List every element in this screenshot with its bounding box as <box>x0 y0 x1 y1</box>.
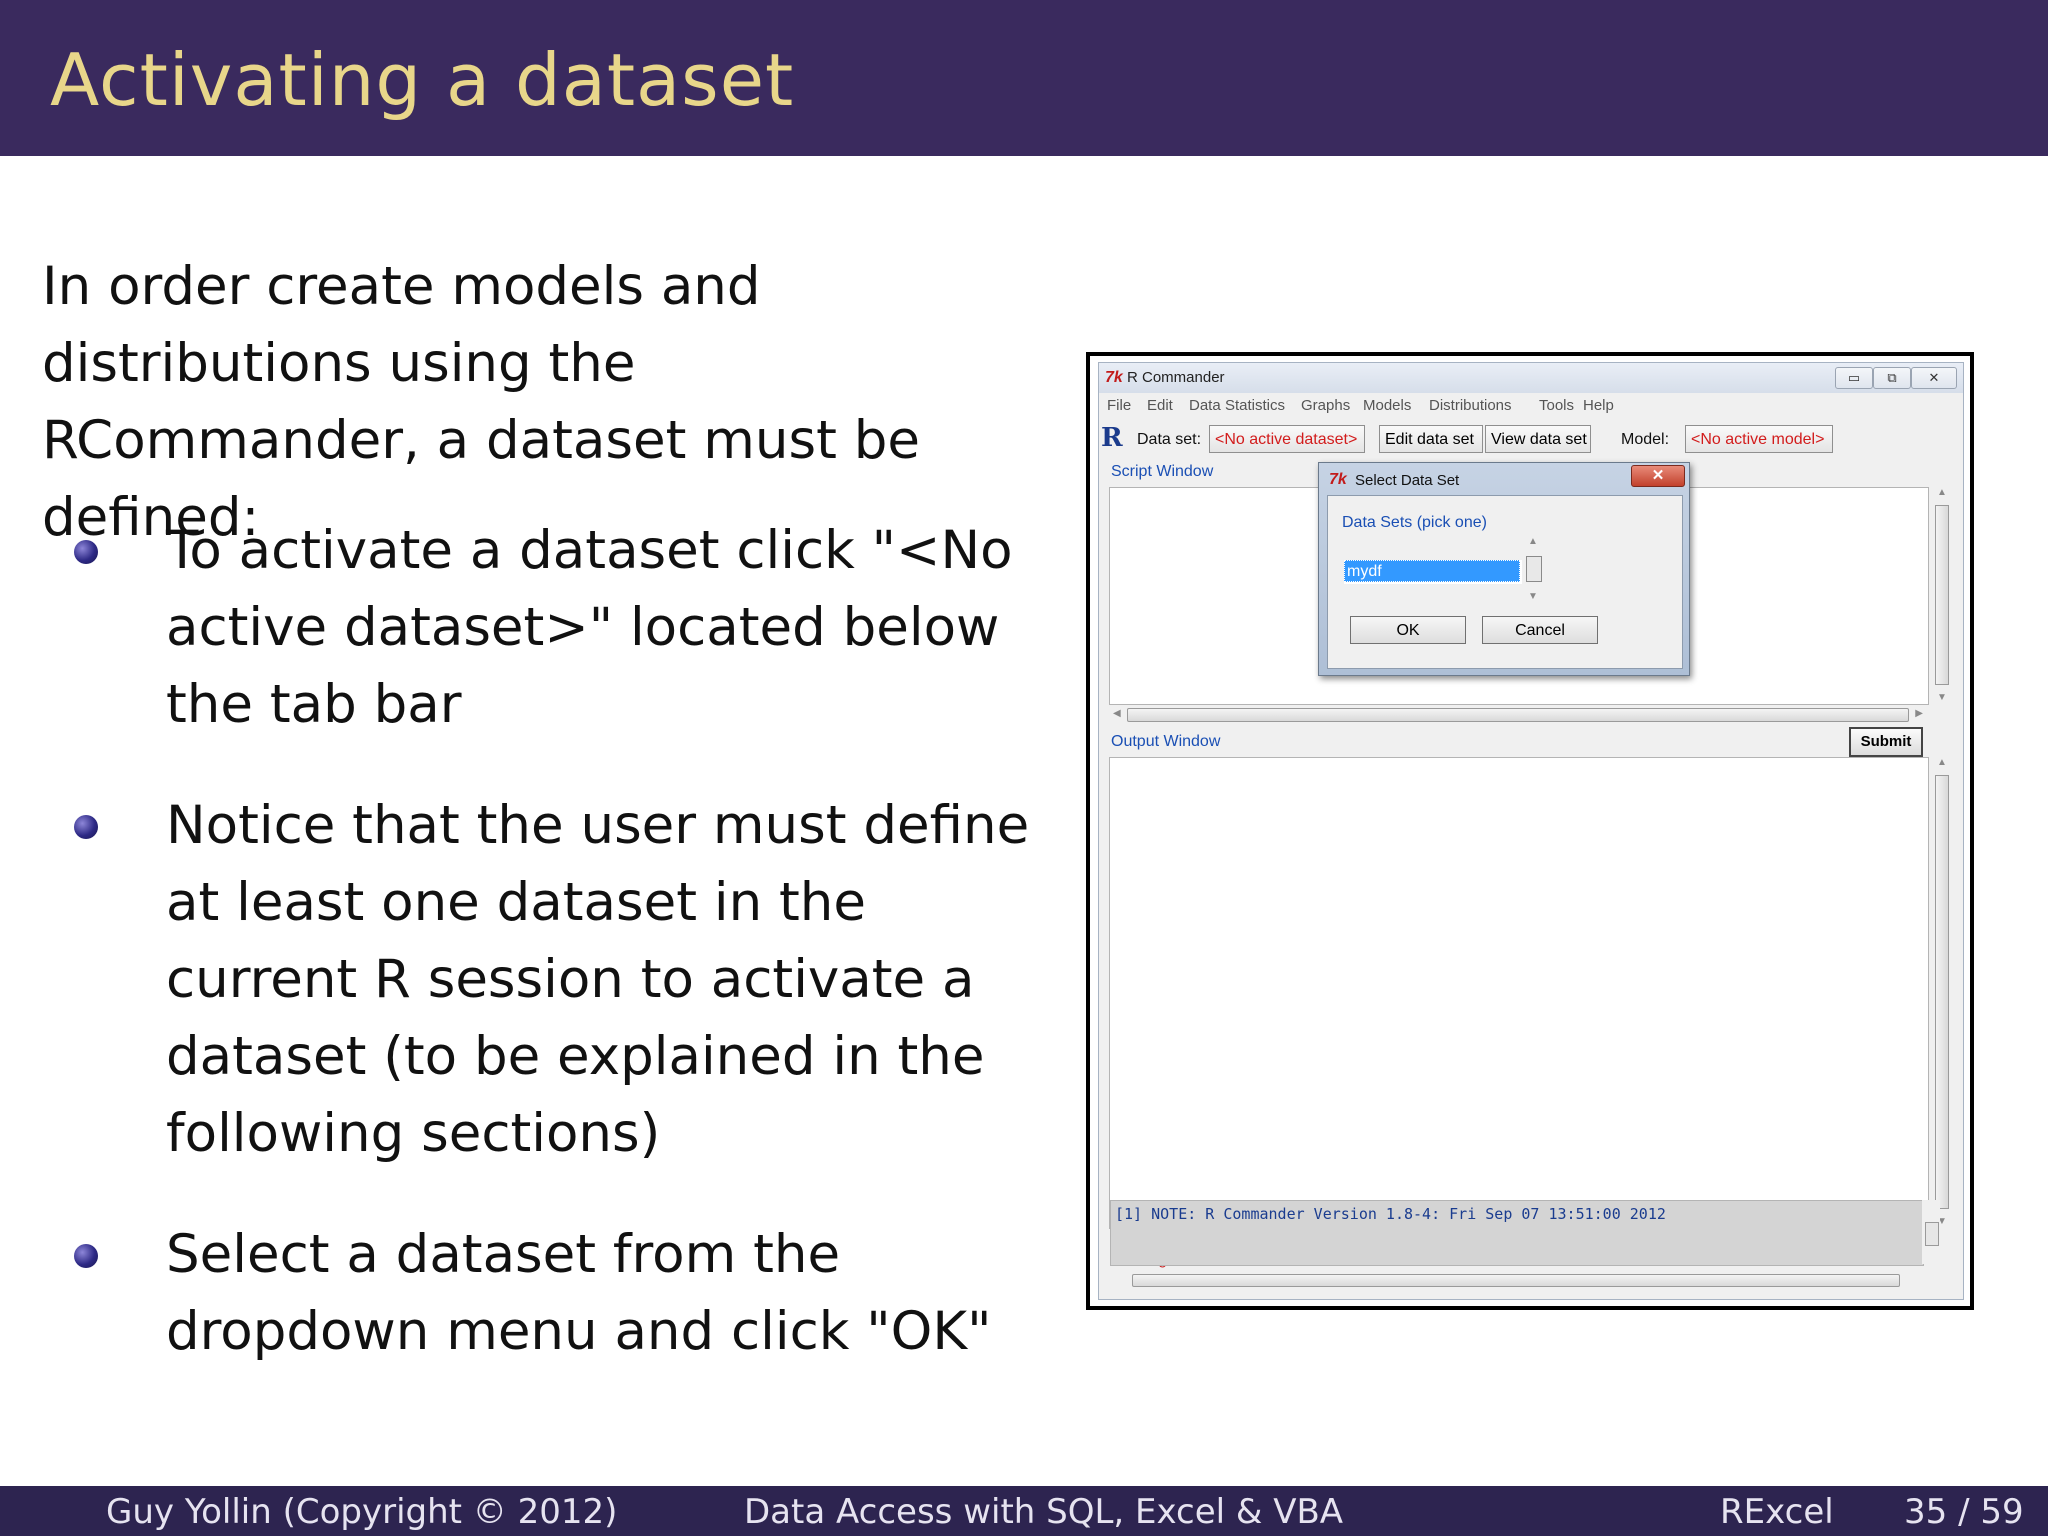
slide-header: Activating a dataset <box>0 0 2048 156</box>
menu-data[interactable]: Data <box>1189 397 1221 414</box>
bullet-item: To activate a dataset click "<No active … <box>72 512 1032 743</box>
scroll-thumb[interactable] <box>1127 708 1909 722</box>
edit-dataset-button[interactable]: Edit data set <box>1379 425 1483 453</box>
messages-pane[interactable]: [1] NOTE: R Commander Version 1.8-4: Fri… <box>1110 1200 1924 1266</box>
output-window-label: Output Window <box>1111 733 1221 750</box>
scroll-thumb[interactable] <box>1132 1274 1900 1287</box>
tk-feather-icon: 7k <box>1329 471 1347 488</box>
menu-edit[interactable]: Edit <box>1147 397 1173 414</box>
slide-title: Activating a dataset <box>50 38 795 122</box>
messages-horizontal-scrollbar[interactable] <box>1110 1272 1922 1288</box>
output-vertical-scrollbar[interactable]: ▲ ▼ <box>1933 757 1951 1227</box>
dialog-body: Data Sets (pick one) mydf ▲ ▼ OK Cancel <box>1327 495 1683 669</box>
menu-file[interactable]: File <box>1107 397 1131 414</box>
model-label: Model: <box>1621 431 1670 448</box>
script-vertical-scrollbar[interactable]: ▲ ▼ <box>1933 487 1951 703</box>
bullet-item: Notice that the user must define at leas… <box>72 787 1032 1172</box>
dataset-listbox[interactable]: mydf <box>1344 560 1522 584</box>
menu-bar: File Edit Data Statistics Graphs Models … <box>1099 395 1963 417</box>
scroll-thumb[interactable] <box>1935 775 1949 1209</box>
slide-footer: Guy Yollin (Copyright © 2012) Data Acces… <box>0 1486 2048 1536</box>
scroll-left-icon[interactable]: ◀ <box>1113 708 1121 719</box>
bullet-icon <box>74 540 98 564</box>
messages-vertical-scrollbar[interactable] <box>1922 1200 1940 1264</box>
scroll-right-icon[interactable]: ▶ <box>1915 708 1923 719</box>
dataset-option-selected[interactable]: mydf <box>1344 560 1520 582</box>
scroll-up-icon[interactable]: ▲ <box>1528 536 1538 547</box>
footer-course: Data Access with SQL, Excel & VBA <box>744 1492 1344 1532</box>
cancel-button[interactable]: Cancel <box>1482 616 1598 644</box>
scroll-thumb[interactable] <box>1935 505 1949 685</box>
intro-text: In order create models and distributions… <box>42 256 920 548</box>
scroll-thumb[interactable] <box>1526 556 1542 582</box>
bullet-text: Select a dataset from the dropdown menu … <box>166 1224 992 1362</box>
footer-author: Guy Yollin (Copyright © 2012) <box>106 1492 618 1532</box>
output-window[interactable] <box>1109 757 1929 1229</box>
active-dataset-button[interactable]: <No active dataset> <box>1209 425 1365 453</box>
scroll-up-icon[interactable]: ▲ <box>1937 487 1947 498</box>
tk-feather-icon: 7k <box>1105 369 1123 386</box>
view-dataset-button[interactable]: View data set <box>1485 425 1591 453</box>
menu-models[interactable]: Models <box>1363 397 1411 414</box>
toolbar: R Data set: <No active dataset> Edit dat… <box>1099 421 1963 457</box>
menu-graphs[interactable]: Graphs <box>1301 397 1350 414</box>
menu-help[interactable]: Help <box>1583 397 1614 414</box>
dialog-title: Select Data Set <box>1355 472 1460 489</box>
bullet-text: To activate a dataset click "<No active … <box>166 520 1013 735</box>
bullet-list: To activate a dataset click "<No active … <box>72 512 1032 1414</box>
menu-statistics[interactable]: Statistics <box>1225 397 1285 414</box>
submit-button[interactable]: Submit <box>1849 727 1923 757</box>
bullet-icon <box>74 815 98 839</box>
menu-tools[interactable]: Tools <box>1539 397 1574 414</box>
ok-button[interactable]: OK <box>1350 616 1466 644</box>
script-horizontal-scrollbar[interactable]: ◀ ▶ <box>1109 705 1927 723</box>
scroll-up-icon[interactable]: ▲ <box>1937 757 1947 768</box>
footer-section: RExcel <box>1720 1492 1834 1532</box>
r-logo-icon: R <box>1101 423 1123 453</box>
scroll-down-icon[interactable]: ▼ <box>1937 692 1947 703</box>
scroll-thumb[interactable] <box>1925 1222 1939 1246</box>
dataset-label: Data set: <box>1137 431 1202 448</box>
window-titlebar[interactable]: 7k R Commander ▭ ⧉ ✕ <box>1099 363 1963 393</box>
footer-page-number: 35 / 59 <box>1904 1492 2024 1532</box>
bullet-item: Select a dataset from the dropdown menu … <box>72 1216 1032 1370</box>
scroll-down-icon[interactable]: ▼ <box>1528 591 1538 602</box>
menu-distributions[interactable]: Distributions <box>1429 397 1512 414</box>
dialog-close-button[interactable]: ✕ <box>1631 465 1685 487</box>
close-button[interactable]: ✕ <box>1911 367 1957 389</box>
bullet-icon <box>74 1244 98 1268</box>
window-title: R Commander <box>1127 369 1225 386</box>
maximize-button[interactable]: ⧉ <box>1873 367 1911 389</box>
message-line: [1] NOTE: R Commander Version 1.8-4: Fri… <box>1115 1205 1666 1223</box>
listbox-scrollbar[interactable]: ▲ ▼ <box>1524 536 1542 602</box>
minimize-button[interactable]: ▭ <box>1835 367 1873 389</box>
bullet-text: Notice that the user must define at leas… <box>166 795 1030 1164</box>
script-window-label: Script Window <box>1111 463 1214 480</box>
datasets-label: Data Sets (pick one) <box>1342 514 1487 531</box>
active-model-button[interactable]: <No active model> <box>1685 425 1833 453</box>
select-dataset-dialog: 7k Select Data Set ✕ Data Sets (pick one… <box>1318 462 1690 676</box>
